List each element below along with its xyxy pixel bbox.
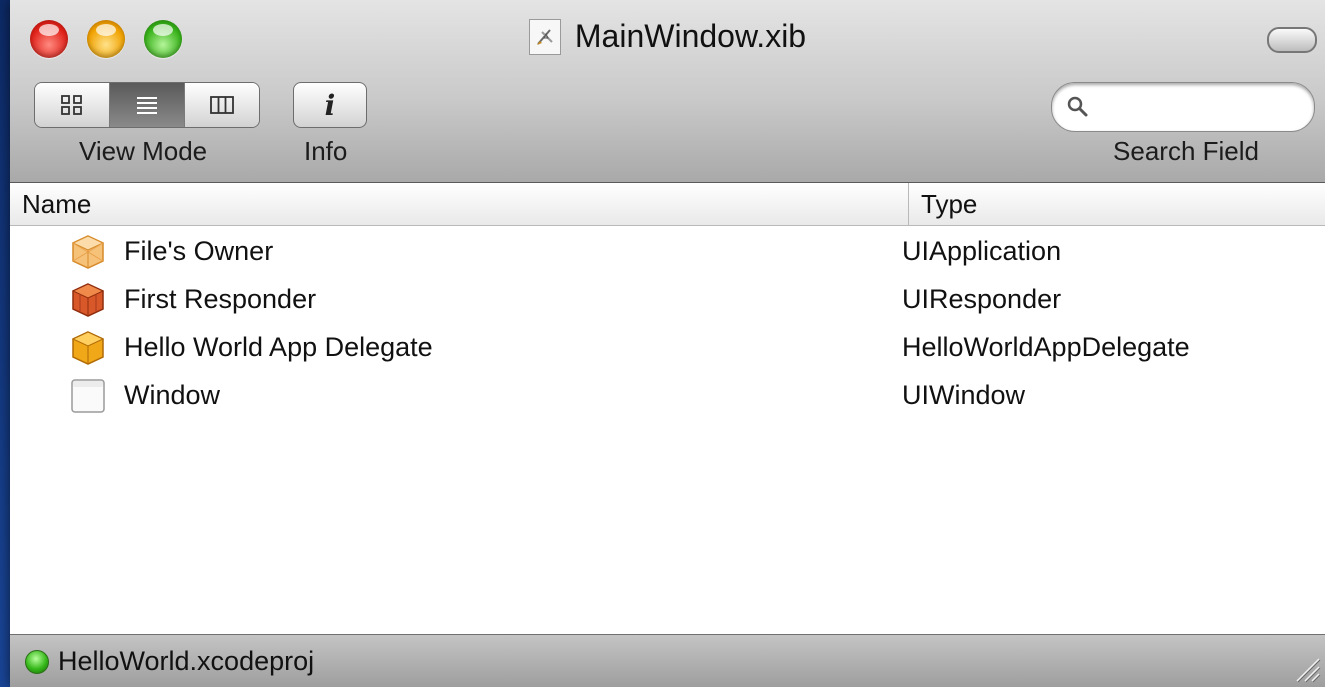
window-icon xyxy=(71,379,105,413)
info-icon: i xyxy=(324,88,336,122)
info-label: Info xyxy=(304,136,348,166)
object-cube-icon xyxy=(71,331,105,365)
first-responder-cube-icon xyxy=(71,283,105,317)
list-view-button[interactable] xyxy=(110,83,185,127)
column-header-name[interactable]: Name xyxy=(22,183,91,225)
placeholder-cube-icon xyxy=(71,235,105,269)
row-type: UIApplication xyxy=(902,236,1062,266)
row-name: Window xyxy=(124,380,221,410)
view-mode-label: View Mode xyxy=(79,136,208,166)
search-field[interactable] xyxy=(1051,82,1315,132)
document-window: MainWindow.xib i View Mode Info Search F… xyxy=(10,0,1325,687)
column-view-button[interactable] xyxy=(185,83,259,127)
row-type: UIResponder xyxy=(902,284,1062,314)
icon-view-icon xyxy=(61,95,82,115)
table-row-app-delegate[interactable]: Hello World App Delegate HelloWorldAppDe… xyxy=(10,323,1325,371)
row-type: HelloWorldAppDelegate xyxy=(902,332,1190,362)
toolbar: MainWindow.xib i View Mode Info Search F… xyxy=(10,0,1325,183)
toolbar-toggle-button[interactable] xyxy=(1267,27,1317,53)
column-header-type[interactable]: Type xyxy=(908,183,977,225)
project-name[interactable]: HelloWorld.xcodeproj xyxy=(58,635,314,687)
row-name: First Responder xyxy=(124,284,317,314)
list-view-icon xyxy=(137,97,157,114)
search-icon xyxy=(1067,96,1088,117)
search-input[interactable] xyxy=(1096,93,1300,121)
xib-document-icon xyxy=(528,18,561,55)
search-field-label: Search Field xyxy=(1113,136,1259,166)
object-list: File's Owner UIApplication First Respond… xyxy=(10,227,1325,419)
view-mode-control xyxy=(34,82,260,128)
title-bar: MainWindow.xib xyxy=(10,18,1325,60)
row-type: UIWindow xyxy=(902,380,1026,410)
row-name: File's Owner xyxy=(124,236,274,266)
table-header: Name Type xyxy=(10,183,1325,226)
table-row-window[interactable]: Window UIWindow xyxy=(10,371,1325,419)
column-view-icon xyxy=(210,96,234,114)
row-name: Hello World App Delegate xyxy=(124,332,433,362)
status-bar: HelloWorld.xcodeproj xyxy=(10,634,1325,687)
info-button[interactable]: i xyxy=(293,82,367,128)
project-status-icon xyxy=(25,650,49,674)
table-row-first-responder[interactable]: First Responder UIResponder xyxy=(10,275,1325,323)
icon-view-button[interactable] xyxy=(35,83,110,127)
table-row-files-owner[interactable]: File's Owner UIApplication xyxy=(10,227,1325,275)
window-title: MainWindow.xib xyxy=(574,18,807,54)
resize-grip-icon[interactable] xyxy=(1291,653,1321,683)
